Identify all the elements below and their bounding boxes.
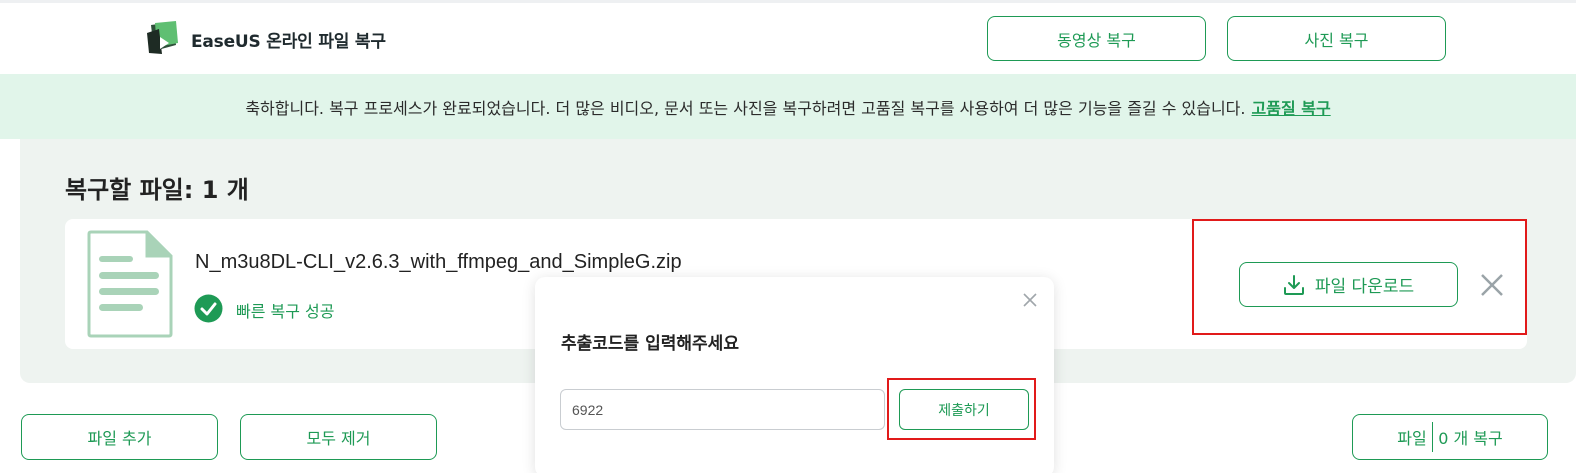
close-icon[interactable] xyxy=(1479,272,1505,298)
divider xyxy=(1431,422,1434,452)
remove-all-button[interactable]: 모두 제거 xyxy=(240,414,437,460)
recover-count-label: 0 개 복구 xyxy=(1438,429,1503,448)
photo-recovery-button[interactable]: 사진 복구 xyxy=(1227,16,1446,61)
document-icon xyxy=(87,230,173,338)
download-file-button[interactable]: 파일 다운로드 xyxy=(1239,262,1458,307)
file-name: N_m3u8DL-CLI_v2.6.3_with_ffmpeg_and_Simp… xyxy=(195,251,682,273)
check-circle-icon xyxy=(194,294,223,323)
easeus-logo-icon xyxy=(147,21,178,54)
recover-prefix: 파일 xyxy=(1397,429,1427,448)
video-recovery-button[interactable]: 동영상 복구 xyxy=(987,16,1206,61)
brand-title: EaseUS 온라인 파일 복구 xyxy=(191,32,386,52)
recovery-status: 빠른 복구 성공 xyxy=(236,302,335,321)
download-icon xyxy=(1283,274,1304,295)
add-file-button[interactable]: 파일 추가 xyxy=(21,414,218,460)
dialog-close-icon[interactable] xyxy=(1023,293,1037,307)
dialog-title: 추출코드를 입력해주세요 xyxy=(561,334,739,354)
download-button-label: 파일 다운로드 xyxy=(1314,277,1415,297)
high-quality-recovery-link[interactable]: 고품질 복구 xyxy=(1252,95,1331,119)
success-banner: 축하합니다. 복구 프로세스가 완료되었습니다. 더 많은 비디오, 문서 또는… xyxy=(0,74,1576,139)
submit-button[interactable]: 제출하기 xyxy=(899,389,1029,430)
extract-code-input[interactable] xyxy=(560,389,885,430)
files-title: 복구할 파일: 1 개 xyxy=(65,176,249,204)
recover-files-button[interactable]: 파일 0 개 복구 xyxy=(1352,414,1548,460)
top-bar: EaseUS 온라인 파일 복구 동영상 복구 사진 복구 xyxy=(0,0,1576,74)
extract-code-dialog xyxy=(535,277,1054,473)
banner-message: 축하합니다. 복구 프로세스가 완료되었습니다. 더 많은 비디오, 문서 또는… xyxy=(245,98,1246,118)
